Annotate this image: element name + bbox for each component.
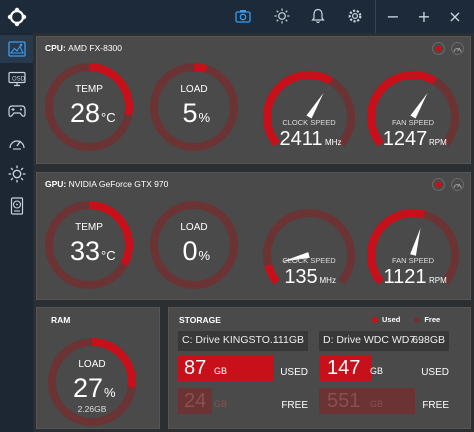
cpu-fan-gauge: FAN SPEED1247 RPM bbox=[367, 71, 459, 150]
gpu-panel: GPU: NVIDIA GeForce GTX 970 TEMP 33 °C LOA… bbox=[36, 172, 471, 300]
cpu-load-gauge: LOAD 5% bbox=[150, 63, 238, 151]
sidebar-item-drives[interactable] bbox=[0, 192, 33, 220]
used-value: 147 bbox=[327, 357, 361, 379]
dial-needle bbox=[410, 93, 428, 119]
cpu-panel: CPU: AMD FX-8300 TEMP 28 °C LOAD 5% CLOCK S… bbox=[36, 36, 471, 164]
gauge-value: 28 bbox=[70, 98, 100, 128]
dial-label: CLOCK SPEED bbox=[282, 256, 336, 265]
speedometer-icon bbox=[8, 140, 25, 150]
brightness-icon[interactable] bbox=[273, 7, 291, 25]
drive-header: C: Drive KINGSTO... 111GB bbox=[178, 331, 308, 351]
used-value: 87 bbox=[184, 357, 207, 379]
gauge-value: 33 bbox=[70, 236, 100, 266]
gauge-fill bbox=[193, 63, 208, 73]
brightness-icon bbox=[8, 165, 25, 183]
titlebar-separator bbox=[375, 0, 376, 33]
close-button[interactable]: × bbox=[444, 5, 466, 27]
bell-icon[interactable] bbox=[309, 7, 327, 25]
dial-unit: RPM bbox=[429, 138, 447, 147]
free-unit: GB bbox=[370, 399, 384, 409]
storage-title: STORAGE bbox=[179, 315, 221, 325]
free-label: FREE bbox=[422, 400, 449, 411]
camera-icon[interactable] bbox=[234, 7, 252, 25]
ram-load-gauge: LOAD 27 % 2.26GB bbox=[48, 338, 136, 426]
gauge-label: TEMP bbox=[75, 222, 103, 233]
used-label: USED bbox=[280, 367, 308, 378]
dashboard-main: CPU: AMD FX-8300 TEMP 28 °C LOAD 5% CLOCK S… bbox=[33, 33, 474, 432]
legend-used-swatch bbox=[372, 316, 378, 323]
gauge-detail: 2.26GB bbox=[78, 404, 107, 414]
sidebar-item-games[interactable] bbox=[0, 97, 33, 125]
used-unit: GB bbox=[214, 366, 228, 376]
gpu-load-gauge: LOAD 0% bbox=[150, 201, 238, 289]
gear-icon[interactable] bbox=[346, 7, 364, 25]
used-unit: GB bbox=[370, 366, 384, 376]
dial-label: FAN SPEED bbox=[392, 256, 435, 265]
title-bar: − + × bbox=[0, 0, 474, 33]
dial-label: CLOCK SPEED bbox=[282, 118, 336, 127]
gpu-clock-gauge: CLOCK SPEED135 MHz bbox=[263, 209, 355, 288]
used-label: USED bbox=[421, 367, 449, 378]
dial-unit: MHz bbox=[325, 138, 341, 147]
drive-card-d[interactable]: D: Drive WDC WD7... 698GB 147 GB USED 55… bbox=[319, 331, 449, 419]
gauge-value: 5 bbox=[182, 98, 197, 128]
dial-value: 1121 bbox=[383, 266, 426, 288]
cpu-gauges: TEMP 28 °C LOAD 5% CLOCK SPEED2411 MHz FAN S… bbox=[45, 63, 459, 151]
dial-value: 2411 bbox=[279, 128, 322, 150]
legend-free-swatch bbox=[414, 316, 421, 323]
drive-size: 698GB bbox=[412, 334, 445, 346]
drive-card-c[interactable]: C: Drive KINGSTO... 111GB 87 GB USED 24 … bbox=[178, 331, 308, 419]
free-unit: GB bbox=[214, 399, 228, 409]
dial-fill bbox=[264, 263, 281, 285]
gpu-fan-gauge: FAN SPEED1121 RPM bbox=[367, 209, 459, 288]
minimize-button[interactable]: − bbox=[382, 5, 404, 27]
gauge-label: TEMP bbox=[75, 84, 103, 95]
gauge-unit: °C bbox=[101, 110, 116, 125]
cpu-clock-gauge: CLOCK SPEED2411 MHz bbox=[263, 71, 355, 150]
maximize-button[interactable]: + bbox=[413, 5, 435, 27]
gauge-value: 0 bbox=[182, 236, 197, 266]
svg-text:OSD: OSD bbox=[12, 77, 26, 83]
drive-name: D: Drive WDC WD7... bbox=[323, 334, 424, 346]
dashboard-icon bbox=[7, 41, 26, 57]
gauge-value: 27 bbox=[73, 373, 103, 403]
legend-used-label: Used bbox=[382, 315, 401, 324]
gauge-label: LOAD bbox=[180, 222, 207, 233]
dial-value: 135 bbox=[284, 266, 317, 288]
sidebar-item-dashboard[interactable] bbox=[0, 35, 33, 63]
sidebar: OSD bbox=[0, 33, 33, 432]
gauge-label: LOAD bbox=[180, 84, 207, 95]
gauge-unit: °C bbox=[101, 248, 116, 263]
cpu-temp-gauge: TEMP 28 °C bbox=[45, 63, 133, 151]
dial-label: FAN SPEED bbox=[392, 118, 435, 127]
gauge-unit: % bbox=[199, 110, 211, 125]
drive-header: D: Drive WDC WD7... 698GB bbox=[319, 331, 449, 351]
app-logo-icon[interactable] bbox=[0, 0, 33, 33]
free-value: 24 bbox=[184, 390, 207, 412]
monitor-icon: OSD bbox=[7, 71, 26, 87]
dial-unit: MHz bbox=[320, 276, 336, 285]
dial-needle bbox=[410, 228, 421, 256]
sidebar-item-performance[interactable] bbox=[0, 129, 33, 157]
free-value: 551 bbox=[327, 390, 361, 412]
free-label: FREE bbox=[281, 400, 308, 411]
dial-needle bbox=[306, 93, 324, 119]
legend-free-label: Free bbox=[424, 315, 441, 324]
dial-value: 1247 bbox=[383, 128, 428, 150]
drive-name: C: Drive KINGSTO... bbox=[182, 334, 279, 346]
gamepad-icon bbox=[7, 105, 26, 117]
gauge-unit: % bbox=[199, 248, 211, 263]
gauge-label: LOAD bbox=[78, 359, 105, 370]
ram-panel: RAM LOAD 27% 2.26GB bbox=[36, 307, 160, 429]
sidebar-item-lighting[interactable] bbox=[0, 160, 33, 188]
storage-legend: Used Free bbox=[372, 315, 440, 324]
gauge-unit: % bbox=[104, 385, 116, 400]
dial-unit: RPM bbox=[429, 276, 447, 285]
gpu-temp-gauge: TEMP 33 °C bbox=[45, 201, 133, 289]
gpu-gauges: TEMP 33 °C LOAD 0% CLOCK SPEED135 MHz FAN SP… bbox=[45, 201, 459, 289]
ram-gauge-svg: LOAD 27 % 2.26GB bbox=[48, 338, 136, 426]
drive-icon bbox=[10, 197, 23, 215]
drive-size: 111GB bbox=[272, 334, 304, 346]
sidebar-item-monitor[interactable]: OSD bbox=[0, 65, 33, 93]
